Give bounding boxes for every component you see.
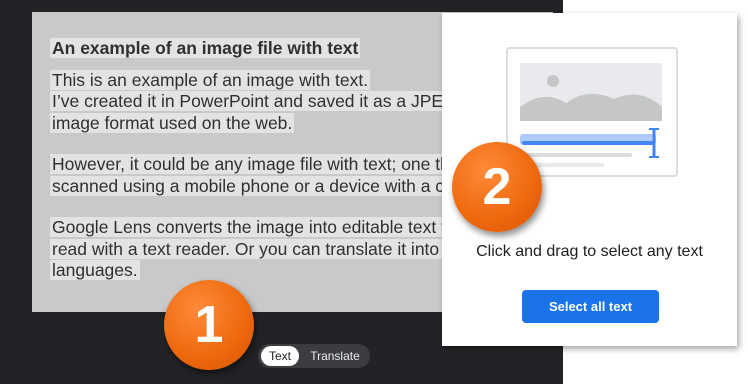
select-all-text-button[interactable]: Select all text: [522, 290, 659, 323]
text-line[interactable]: image format used on the web.: [50, 112, 295, 133]
tab-translate[interactable]: Translate: [306, 346, 364, 366]
mode-toggle: Text Translate: [258, 344, 370, 368]
step-1-badge: 1: [164, 280, 254, 370]
text-line[interactable]: I’ve created it in PowerPoint and saved …: [50, 91, 492, 111]
select-instruction: Click and drag to select any text: [476, 243, 703, 260]
text-line[interactable]: However, it could be any image file with…: [50, 154, 467, 174]
text-line[interactable]: read with a text reader. Or you can tran…: [50, 238, 470, 259]
text-line[interactable]: languages.: [50, 260, 140, 280]
tab-text[interactable]: Text: [261, 346, 299, 366]
text-line[interactable]: This is an example of an image with text…: [50, 69, 371, 90]
document-title-text[interactable]: An example of an image file with text: [50, 38, 361, 58]
text-line[interactable]: Google Lens converts the image into edit…: [50, 217, 473, 237]
step-2-badge: 2: [452, 142, 542, 232]
text-line[interactable]: scanned using a mobile phone or a device…: [50, 175, 481, 196]
